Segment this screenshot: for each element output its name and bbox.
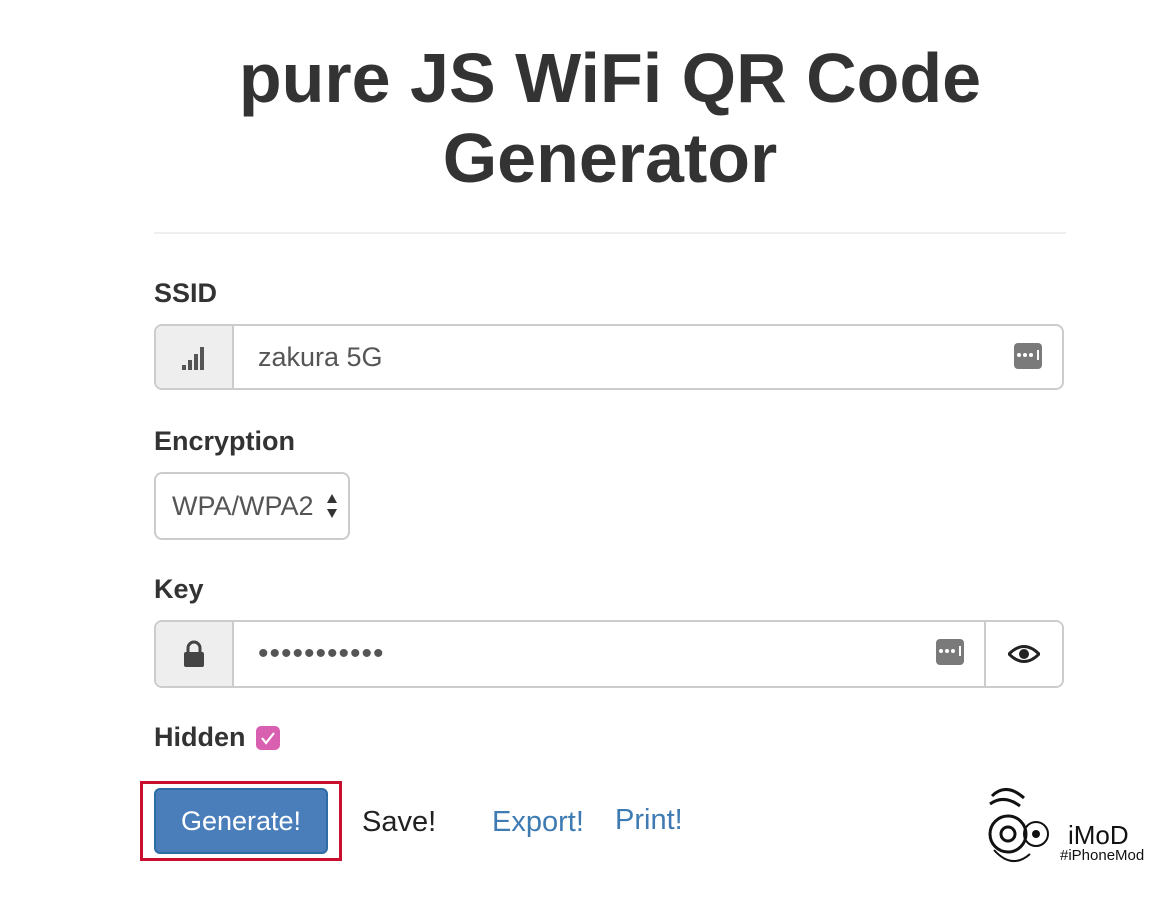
title-line-1: pure JS WiFi QR Code: [238, 39, 982, 117]
ssid-input-group: zakura 5G: [154, 324, 1064, 390]
save-button[interactable]: Save!: [362, 806, 436, 839]
ssid-input[interactable]: zakura 5G: [234, 326, 1062, 388]
ssid-value: zakura 5G: [258, 341, 383, 372]
encryption-select[interactable]: WPA/WPA2: [154, 472, 350, 540]
key-label: Key: [154, 574, 204, 604]
title-line-2: Generator: [442, 119, 778, 197]
ssid-label: SSID: [154, 278, 218, 308]
password-manager-icon[interactable]: [1014, 343, 1042, 369]
watermark-tag: #iPhoneMod: [1060, 847, 1145, 864]
lock-icon: [184, 640, 204, 667]
ssid-addon: [156, 326, 234, 388]
hidden-checkbox[interactable]: [255, 725, 280, 750]
key-input[interactable]: •••••••••••: [234, 622, 984, 686]
select-arrows-icon: [327, 494, 337, 518]
hidden-row: Hidden: [154, 722, 280, 753]
page-title: pure JS WiFi QR Code Generator: [0, 38, 1176, 198]
signal-icon: [182, 347, 204, 370]
hidden-label: Hidden: [154, 722, 246, 752]
checkmark-icon: [260, 731, 275, 745]
eye-icon: [1008, 645, 1040, 663]
password-manager-icon[interactable]: [936, 639, 964, 665]
divider: [154, 232, 1066, 234]
generate-button[interactable]: Generate!: [154, 788, 328, 854]
export-link[interactable]: Export!: [492, 806, 584, 839]
encryption-selected-value: WPA/WPA2: [172, 490, 314, 521]
encryption-label: Encryption: [154, 426, 296, 456]
toggle-visibility-button[interactable]: [984, 622, 1062, 686]
print-link[interactable]: Print!: [615, 804, 683, 837]
key-input-group: •••••••••••: [154, 620, 1064, 688]
key-addon: [156, 622, 234, 686]
key-value: •••••••••••: [258, 637, 385, 670]
